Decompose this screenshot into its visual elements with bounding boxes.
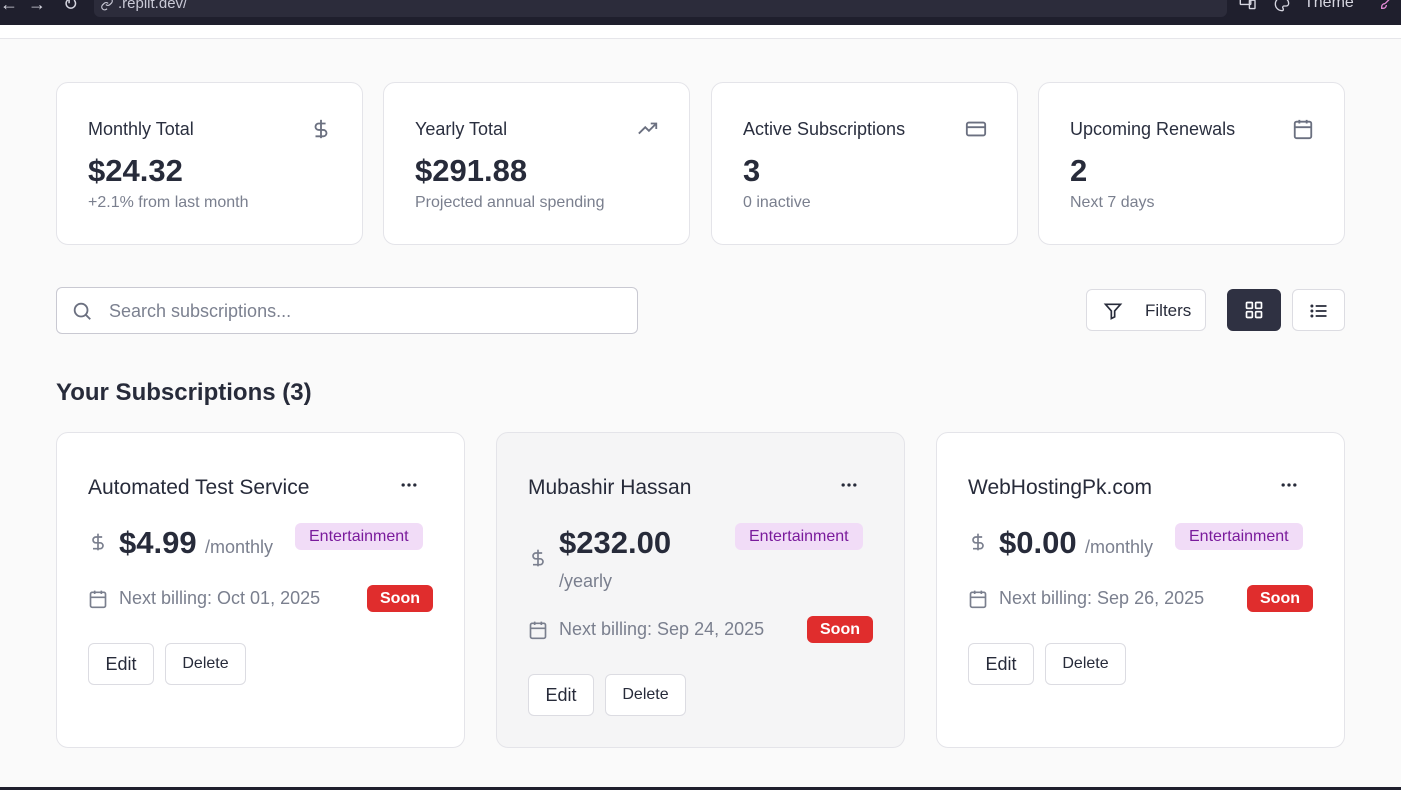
stat-card-upcoming-renewals: Upcoming Renewals 2 Next 7 days (1038, 82, 1345, 245)
subscription-price: $4.99 (119, 525, 197, 560)
status-badge: Soon (1247, 585, 1313, 612)
billing-period: /yearly (559, 571, 613, 591)
list-view-button[interactable] (1292, 289, 1345, 331)
url-bar[interactable]: .replit.dev/ (94, 0, 1227, 17)
category-badge: Entertainment (1175, 523, 1303, 550)
subscription-name: Automated Test Service (88, 476, 310, 499)
delete-button[interactable]: Delete (165, 643, 246, 685)
forward-icon[interactable]: → (28, 0, 46, 15)
url-text: .replit.dev/ (118, 0, 188, 12)
stat-value: 3 (743, 153, 761, 188)
dollar-icon (972, 533, 984, 551)
delete-button[interactable]: Delete (1045, 643, 1126, 685)
calendar-icon (529, 621, 547, 640)
subscription-card: Mubashir Hassan $232.00 /yearly Entertai… (496, 432, 905, 748)
dollar-icon (314, 119, 328, 139)
brush-icon[interactable] (1376, 0, 1398, 11)
subscription-card: Automated Test Service $4.99 /monthly En… (56, 432, 465, 748)
category-badge: Entertainment (295, 523, 423, 550)
search-box (56, 287, 638, 334)
dollar-icon (532, 549, 544, 567)
edit-button[interactable]: Edit (968, 643, 1034, 685)
more-options-icon[interactable] (1279, 475, 1299, 495)
filters-button[interactable]: Filters (1086, 289, 1206, 331)
stat-card-yearly-total: Yearly Total $291.88 Projected annual sp… (383, 82, 690, 245)
section-title: Your Subscriptions (3) (56, 379, 312, 406)
reload-icon[interactable]: ↻ (63, 0, 78, 15)
subscription-name: Mubashir Hassan (528, 476, 692, 499)
billing-period: /monthly (205, 537, 274, 557)
more-options-icon[interactable] (399, 475, 419, 495)
status-badge: Soon (367, 585, 433, 612)
status-badge: Soon (807, 616, 873, 643)
category-badge: Entertainment (735, 523, 863, 550)
stat-subtext: 0 inactive (743, 194, 811, 211)
stat-label: Active Subscriptions (743, 119, 906, 139)
app-header (0, 25, 1401, 39)
next-billing: Next billing: Sep 26, 2025 (999, 588, 1205, 608)
stat-value: $291.88 (415, 153, 528, 188)
edit-button[interactable]: Edit (88, 643, 154, 685)
stat-subtext: +2.1% from last month (88, 194, 249, 211)
list-icon (1310, 304, 1327, 318)
subscription-price: $0.00 (999, 525, 1077, 560)
filter-icon (1103, 303, 1123, 320)
back-icon[interactable]: ← (0, 0, 18, 15)
billing-period: /monthly (1085, 537, 1154, 557)
search-icon (73, 302, 91, 320)
link-icon (101, 0, 113, 11)
filters-label: Filters (1145, 301, 1192, 320)
stat-value: $24.32 (88, 153, 183, 188)
browser-bar: ← → ↻ .replit.dev/ Theme (0, 0, 1401, 25)
next-billing: Next billing: Sep 24, 2025 (559, 619, 765, 639)
devices-icon[interactable] (1239, 0, 1257, 10)
next-billing: Next billing: Oct 01, 2025 (119, 588, 321, 608)
stat-subtext: Projected annual spending (415, 194, 605, 211)
subscription-name: WebHostingPk.com (968, 476, 1153, 499)
calendar-icon (969, 590, 987, 609)
stat-label: Yearly Total (415, 119, 508, 139)
stat-label: Upcoming Renewals (1070, 119, 1236, 139)
palette-icon[interactable] (1273, 0, 1291, 12)
stat-label: Monthly Total (88, 119, 194, 139)
stat-card-active-subscriptions: Active Subscriptions 3 0 inactive (711, 82, 1018, 245)
grid-icon (1245, 301, 1263, 319)
subscription-card: WebHostingPk.com $0.00 /monthly Entertai… (936, 432, 1345, 748)
calendar-icon (89, 590, 107, 609)
stat-subtext: Next 7 days (1070, 194, 1155, 211)
credit-card-icon (965, 121, 987, 137)
dollar-icon (92, 533, 104, 551)
stat-value: 2 (1070, 153, 1088, 188)
grid-view-button[interactable] (1227, 289, 1281, 331)
delete-button[interactable]: Delete (605, 674, 686, 716)
theme-button[interactable]: Theme (1304, 0, 1354, 12)
trending-up-icon (638, 122, 658, 135)
subscription-price: $232.00 (559, 525, 672, 560)
calendar-icon (1293, 119, 1313, 140)
edit-button[interactable]: Edit (528, 674, 594, 716)
search-input[interactable] (109, 296, 619, 326)
stat-card-monthly-total: Monthly Total $24.32 +2.1% from last mon… (56, 82, 363, 245)
more-options-icon[interactable] (839, 475, 859, 495)
